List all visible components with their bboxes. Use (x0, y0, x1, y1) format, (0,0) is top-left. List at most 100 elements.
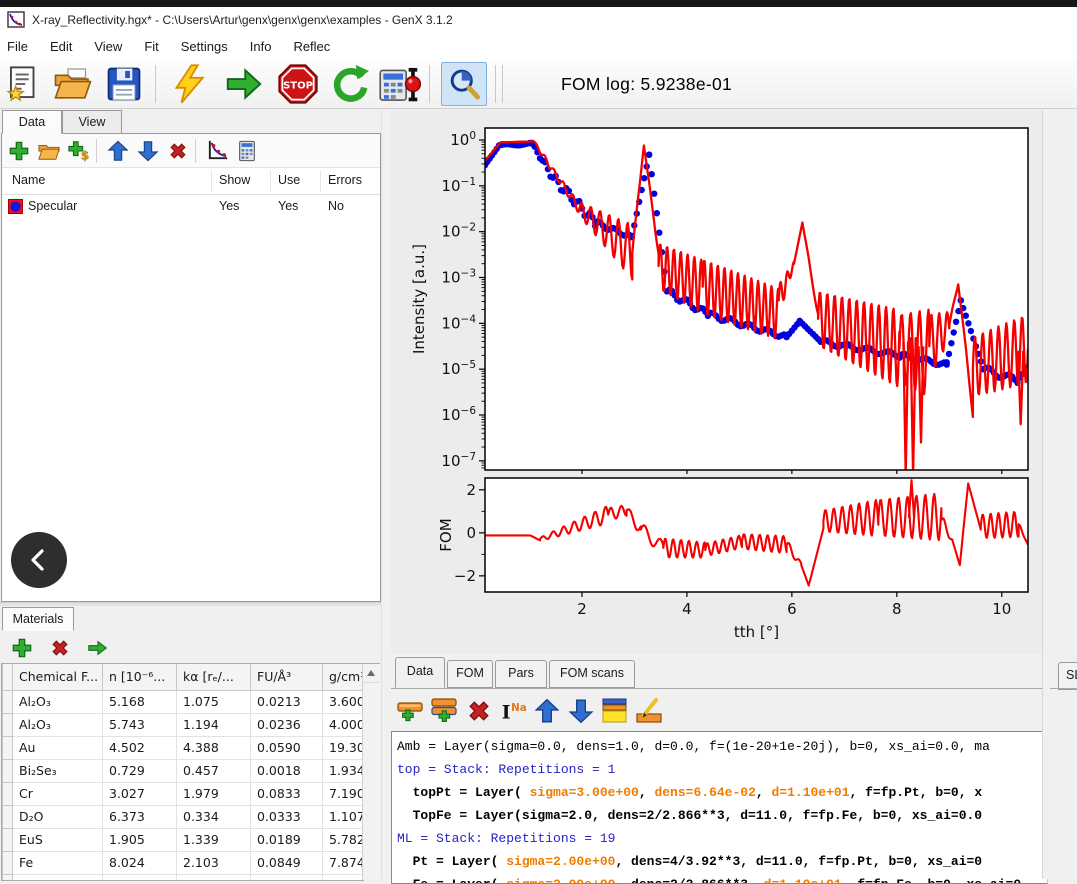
svg-text:10−3: 10−3 (441, 268, 476, 287)
table-row[interactable]: Al₂O₃5.1681.0750.02133.600 (3, 691, 365, 714)
move-up-button[interactable] (105, 138, 131, 164)
table-row[interactable]: Fe8.0242.1030.08497.874 (3, 852, 365, 875)
delete-material-button[interactable] (47, 635, 73, 661)
table-row[interactable]: Cr3.0271.9790.08337.190 (3, 783, 365, 806)
tab-plot-fomscans[interactable]: FOM scans (549, 660, 635, 688)
materials-tab-bar: Materials (2, 607, 74, 631)
plot-settings-button[interactable] (204, 138, 230, 164)
menu-reflec[interactable]: Reflec (282, 39, 341, 54)
insert-stack-button[interactable] (429, 695, 461, 727)
load-data-button[interactable] (36, 138, 62, 164)
insert-layer-icon (396, 696, 426, 726)
run-arrow-icon (224, 64, 264, 104)
column-name[interactable]: Name (12, 173, 45, 187)
scroll-up-icon[interactable] (363, 664, 379, 683)
tab-view[interactable]: View (62, 110, 122, 134)
calculator-icon (236, 140, 258, 162)
sample-view-button[interactable] (599, 695, 631, 727)
edit-sample-button[interactable] (633, 695, 665, 727)
table-row[interactable]: D₂O6.3730.3340.03331.107 (3, 806, 365, 829)
menu-settings[interactable]: Settings (170, 39, 239, 54)
insert-layer-button[interactable] (395, 695, 427, 727)
move-down-button[interactable] (135, 138, 161, 164)
left-tab-bar: DataView (2, 110, 122, 134)
move-item-down-button[interactable] (565, 695, 597, 727)
calc-button[interactable] (234, 138, 260, 164)
materials-column-header[interactable]: Chemical F... (13, 664, 103, 691)
row-gutter (3, 664, 13, 691)
red-x-icon (465, 697, 493, 725)
column-use[interactable]: Use (278, 173, 300, 187)
table-row[interactable]: Al₂O₃5.7431.1940.02364.000 (3, 714, 365, 737)
svg-text:0: 0 (466, 524, 476, 542)
toolbar-separator (96, 139, 97, 163)
svg-text:6: 6 (787, 600, 797, 618)
script-line: ML = Stack: Repetitions = 19 (397, 827, 1047, 850)
new-model-button[interactable] (3, 63, 45, 105)
move-item-up-button[interactable] (531, 695, 563, 727)
tab-sld[interactable]: SL (1058, 662, 1077, 690)
svg-text:−2: −2 (454, 567, 476, 585)
materials-table[interactable]: Chemical F...n [10⁻⁶...kα [rₑ/...FU/Å³g/… (1, 663, 364, 881)
data-toolbar: $ (2, 134, 380, 168)
svg-text:tth [°]: tth [°] (734, 623, 779, 641)
open-model-button[interactable] (52, 63, 94, 105)
window-title: X-ray_Reflectivity.hgx* - C:\Users\Artur… (32, 13, 453, 27)
toolbar-separator (195, 139, 196, 163)
menu-fit[interactable]: Fit (133, 39, 169, 54)
toolbar-separator (429, 65, 430, 103)
background-window-strip (0, 0, 1077, 7)
add-material-button[interactable] (9, 635, 35, 661)
data-marker-icon (8, 199, 23, 214)
horizontal-splitter[interactable] (0, 602, 381, 606)
toolbar-separator (502, 65, 503, 103)
simulate-calculator-icon (379, 64, 421, 104)
materials-column-header[interactable]: g/cm³ (323, 664, 365, 691)
data-row-specular[interactable]: Specular Yes Yes No (2, 194, 380, 220)
svg-text:10: 10 (992, 600, 1011, 618)
add-simulation-button[interactable]: $ (66, 138, 92, 164)
add-data-button[interactable] (6, 138, 32, 164)
tab-data[interactable]: Data (2, 110, 62, 134)
tab-plot-data[interactable]: Data (395, 657, 445, 688)
data-list-box: $ (1, 133, 381, 602)
table-row[interactable]: Fe₂O₃6.3113.1520.030614.000 (3, 875, 365, 882)
plot-tab-bar: Data FOM Pars FOM scans (391, 658, 1042, 688)
down-arrow-icon (137, 140, 159, 162)
tab-plot-fom[interactable]: FOM (447, 660, 493, 688)
restart-fit-button[interactable] (329, 63, 371, 105)
materials-column-header[interactable]: n [10⁻⁶... (103, 664, 177, 691)
apply-material-button[interactable] (85, 635, 111, 661)
menu-view[interactable]: View (83, 39, 133, 54)
delete-data-button[interactable] (165, 138, 191, 164)
table-row[interactable]: Bi₂Se₃0.7290.4570.00181.934 (3, 760, 365, 783)
start-fit-button[interactable] (168, 63, 210, 105)
menu-file[interactable]: File (0, 39, 39, 54)
materials-column-header[interactable]: kα [rₑ/... (177, 664, 251, 691)
model-script-view[interactable]: Amb = Layer(sigma=0.0, dens=1.0, d=0.0, … (391, 731, 1048, 884)
table-row[interactable]: EuS1.9051.3390.01895.782 (3, 829, 365, 852)
script-line: Amb = Layer(sigma=0.0, dens=1.0, d=0.0, … (397, 735, 1047, 758)
zoom-button[interactable] (441, 62, 487, 106)
tab-materials[interactable]: Materials (2, 607, 74, 631)
svg-text:STOP: STOP (283, 80, 313, 91)
data-panel: DataView $ (0, 110, 381, 879)
collapse-panel-button[interactable] (11, 532, 67, 588)
menu-info[interactable]: Info (239, 39, 283, 54)
calc-error-button[interactable] (379, 63, 421, 105)
materials-scrollbar[interactable] (362, 663, 380, 880)
open-folder-icon (53, 64, 93, 104)
lightning-icon (169, 64, 209, 104)
menu-edit[interactable]: Edit (39, 39, 83, 54)
stop-fit-button[interactable]: STOP (277, 63, 319, 105)
materials-column-header[interactable]: FU/Å³ (251, 664, 323, 691)
column-errors[interactable]: Errors (328, 173, 362, 187)
tab-plot-pars[interactable]: Pars (495, 660, 547, 688)
table-row[interactable]: Au4.5024.3880.059019.300 (3, 737, 365, 760)
rename-button[interactable]: I Na (497, 695, 529, 727)
green-arrow-icon (87, 637, 109, 659)
delete-item-button[interactable] (463, 695, 495, 727)
column-show[interactable]: Show (219, 173, 250, 187)
save-model-button[interactable] (103, 63, 145, 105)
run-simulation-button[interactable] (223, 63, 265, 105)
